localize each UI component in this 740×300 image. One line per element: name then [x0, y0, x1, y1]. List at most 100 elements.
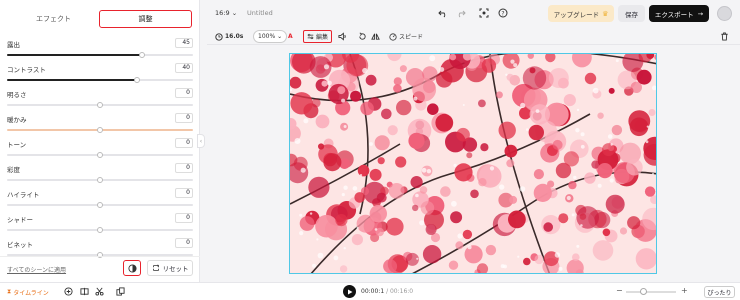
slider-track[interactable] [7, 201, 193, 208]
slider-value-input[interactable]: 0 [175, 163, 193, 173]
zoom-label: 100% [258, 33, 276, 40]
slider-track[interactable] [7, 126, 193, 133]
slider-label: 明るさ [7, 91, 27, 99]
slider-row-contrast: コントラスト 40 [0, 61, 200, 86]
slider-track[interactable] [7, 176, 193, 183]
slider-fill [7, 79, 138, 81]
slider-handle[interactable] [97, 226, 103, 233]
zoom-out-icon[interactable]: − [616, 286, 623, 295]
reset-icon [152, 264, 159, 271]
redo-button[interactable] [455, 7, 467, 19]
svg-text:?: ? [501, 10, 504, 17]
play-button[interactable] [343, 285, 356, 298]
sliders-icon [307, 33, 314, 40]
slider-row-brightness: 明るさ 0 [0, 86, 200, 111]
zoom-dropdown[interactable]: 100% ⌄ [253, 30, 288, 43]
speaker-icon [338, 32, 346, 41]
crown-icon: ♛ [602, 9, 609, 18]
slider-track[interactable] [7, 151, 193, 158]
editor-window: エフェクト 調整 露出 45 コントラスト 40 明るさ 0 暖かみ 0 トーン… [0, 0, 740, 300]
slider-handle[interactable] [97, 201, 103, 208]
cut-button[interactable] [94, 286, 105, 297]
slider-label: ハイライト [7, 191, 40, 199]
speed-button[interactable]: スピード [389, 30, 423, 43]
slider-value-input[interactable]: 0 [175, 188, 193, 198]
timeline-zoom-handle[interactable] [640, 288, 647, 295]
slider-handle[interactable] [97, 126, 103, 133]
collapse-panel-handle[interactable]: ‹ [197, 134, 205, 148]
flip-button[interactable] [371, 30, 380, 43]
chevron-down-icon: ⌄ [231, 9, 238, 17]
redo-icon [458, 10, 466, 18]
slider-value-input[interactable]: 0 [175, 238, 193, 248]
split-button[interactable] [79, 286, 90, 297]
adjust-panel: エフェクト 調整 露出 45 コントラスト 40 明るさ 0 暖かみ 0 トーン… [0, 0, 200, 282]
slider-label: コントラスト [7, 66, 46, 74]
slider-handle[interactable] [97, 176, 103, 183]
delete-button[interactable] [720, 30, 729, 43]
slider-handle[interactable] [97, 101, 103, 108]
panel-footer: すべてのシーンに適用 リセット [0, 256, 200, 282]
slider-value-input[interactable]: 40 [175, 63, 193, 73]
undo-button[interactable] [437, 7, 449, 19]
slider-value-input[interactable]: 0 [175, 113, 193, 123]
trash-icon [721, 32, 728, 41]
fit-button[interactable]: ぴったり [704, 286, 735, 298]
slider-row-highlight: ハイライト 0 [0, 186, 200, 211]
export-button[interactable]: エクスポート → [649, 5, 709, 22]
chevron-left-icon: ‹ [199, 137, 203, 145]
split-icon [80, 287, 89, 296]
slider-track[interactable] [7, 226, 193, 233]
help-icon: ? [498, 8, 508, 18]
slider-label: シャドー [7, 216, 33, 224]
avatar[interactable] [717, 6, 732, 21]
apply-all-scenes-link[interactable]: すべてのシーンに適用 [7, 265, 66, 274]
screenshot-button[interactable] [478, 7, 490, 19]
upgrade-button[interactable]: アップグレード ♛ [548, 5, 614, 22]
scissors-icon [95, 287, 104, 296]
ai-tool-button[interactable]: A [288, 30, 293, 43]
slider-value-input[interactable]: 0 [175, 138, 193, 148]
slider-label: トーン [7, 141, 27, 149]
rotate-button[interactable] [358, 30, 367, 43]
copy-icon [116, 287, 125, 296]
duration-label: 16.0s [225, 33, 244, 40]
capture-icon [479, 8, 489, 18]
help-button[interactable]: ? [497, 7, 509, 19]
slider-value-input[interactable]: 45 [175, 38, 193, 48]
project-title[interactable]: Untitled [247, 9, 273, 17]
slider-value-input[interactable]: 0 [175, 213, 193, 223]
save-button[interactable]: 保存 [618, 5, 645, 22]
chevron-down-icon: ⌄ [277, 33, 283, 40]
slider-track[interactable] [7, 51, 193, 58]
flip-icon [371, 33, 380, 40]
compare-button[interactable] [123, 260, 141, 276]
slider-handle[interactable] [138, 51, 145, 58]
add-button[interactable] [63, 286, 74, 297]
slider-handle[interactable] [134, 76, 141, 83]
video-canvas[interactable] [289, 53, 657, 274]
playback-time: 00:00:1 / 00:16:0 [361, 288, 413, 295]
slider-track[interactable] [7, 101, 193, 108]
edit-button[interactable]: 編集 [303, 30, 333, 43]
export-label: エクスポート [654, 10, 694, 19]
speed-label: スピード [399, 34, 424, 41]
volume-button[interactable] [338, 30, 347, 43]
slider-handle[interactable] [97, 151, 103, 158]
reset-button[interactable]: リセット [147, 260, 193, 276]
timeline-toggle[interactable]: ⧗ タイムライン [7, 286, 49, 298]
slider-list: 露出 45 コントラスト 40 明るさ 0 暖かみ 0 トーン 0 彩度 0 ハ… [0, 36, 200, 261]
duration-display[interactable]: 16.0s [215, 30, 243, 43]
slider-row-exposure: 露出 45 [0, 36, 200, 61]
timeline-zoom-slider[interactable] [626, 291, 676, 293]
aspect-ratio-dropdown[interactable]: 16:9 ⌄ [215, 9, 237, 17]
speed-icon [389, 32, 397, 41]
slider-track[interactable] [7, 76, 193, 83]
slider-value-input[interactable]: 0 [175, 88, 193, 98]
tab-effects[interactable]: エフェクト [8, 10, 99, 28]
upgrade-label: アップグレード [553, 10, 600, 19]
zoom-in-icon[interactable]: + [681, 286, 688, 295]
tab-adjust[interactable]: 調整 [99, 10, 192, 28]
duplicate-button[interactable] [115, 286, 126, 297]
slider-label: 暖かみ [7, 116, 27, 124]
